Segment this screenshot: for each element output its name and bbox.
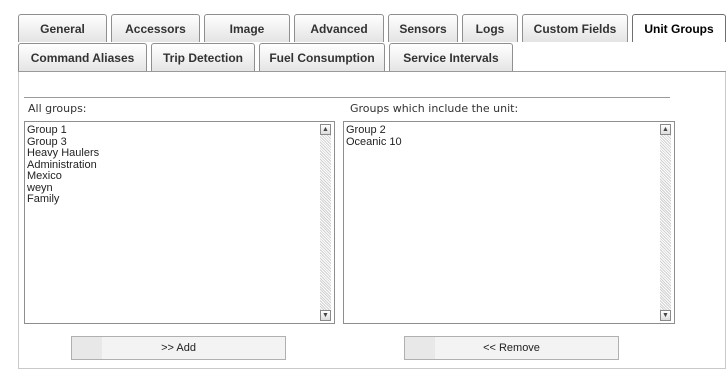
list-item[interactable]: Family bbox=[27, 193, 334, 206]
tab-image[interactable]: Image bbox=[204, 14, 290, 42]
list-item[interactable]: weyn bbox=[27, 182, 334, 195]
remove-button[interactable]: << Remove bbox=[404, 336, 619, 360]
scroll-down-icon[interactable]: ▼ bbox=[660, 310, 671, 321]
list-item[interactable]: Heavy Haulers bbox=[27, 147, 334, 160]
list-item[interactable]: Group 1 bbox=[27, 124, 334, 137]
list-item[interactable]: Group 2 bbox=[346, 124, 674, 137]
tab-advanced[interactable]: Advanced bbox=[294, 14, 384, 42]
scroll-down-icon[interactable]: ▼ bbox=[320, 310, 331, 321]
tab-command-aliases[interactable]: Command Aliases bbox=[18, 43, 147, 72]
tab-fuel-consumption[interactable]: Fuel Consumption bbox=[259, 43, 385, 72]
all-groups-label: All groups: bbox=[28, 102, 87, 115]
scrollbar[interactable]: ▲ ▼ bbox=[320, 124, 331, 321]
list-item[interactable]: Administration bbox=[27, 159, 334, 172]
tab-trip-detection[interactable]: Trip Detection bbox=[151, 43, 255, 72]
scroll-up-icon[interactable]: ▲ bbox=[660, 124, 671, 135]
scroll-up-icon[interactable]: ▲ bbox=[320, 124, 331, 135]
tab-row-secondary: Command Aliases Trip Detection Fuel Cons… bbox=[18, 43, 517, 72]
unit-groups-panel: All groups: Groups which include the uni… bbox=[18, 72, 726, 369]
unit-groups-listbox[interactable]: Group 2 Oceanic 10 ▲ ▼ bbox=[343, 121, 675, 324]
scrollbar[interactable]: ▲ ▼ bbox=[660, 124, 671, 321]
tab-accessors[interactable]: Accessors bbox=[111, 14, 200, 42]
add-button[interactable]: >> Add bbox=[71, 336, 286, 360]
unit-properties-dialog: General Accessors Image Advanced Sensors… bbox=[18, 10, 726, 370]
list-item[interactable]: Mexico bbox=[27, 170, 334, 183]
tab-row-primary: General Accessors Image Advanced Sensors… bbox=[18, 14, 726, 42]
tab-custom-fields[interactable]: Custom Fields bbox=[522, 14, 628, 42]
list-item[interactable]: Oceanic 10 bbox=[346, 136, 674, 149]
unit-groups-label: Groups which include the unit: bbox=[350, 102, 519, 115]
all-groups-listbox[interactable]: Group 1 Group 3 Heavy Haulers Administra… bbox=[24, 121, 335, 324]
tab-service-intervals[interactable]: Service Intervals bbox=[389, 43, 513, 72]
separator bbox=[24, 97, 670, 98]
tab-logs[interactable]: Logs bbox=[462, 14, 518, 42]
tab-sensors[interactable]: Sensors bbox=[388, 14, 458, 42]
tab-general[interactable]: General bbox=[18, 14, 107, 42]
tab-unit-groups[interactable]: Unit Groups bbox=[632, 14, 726, 42]
